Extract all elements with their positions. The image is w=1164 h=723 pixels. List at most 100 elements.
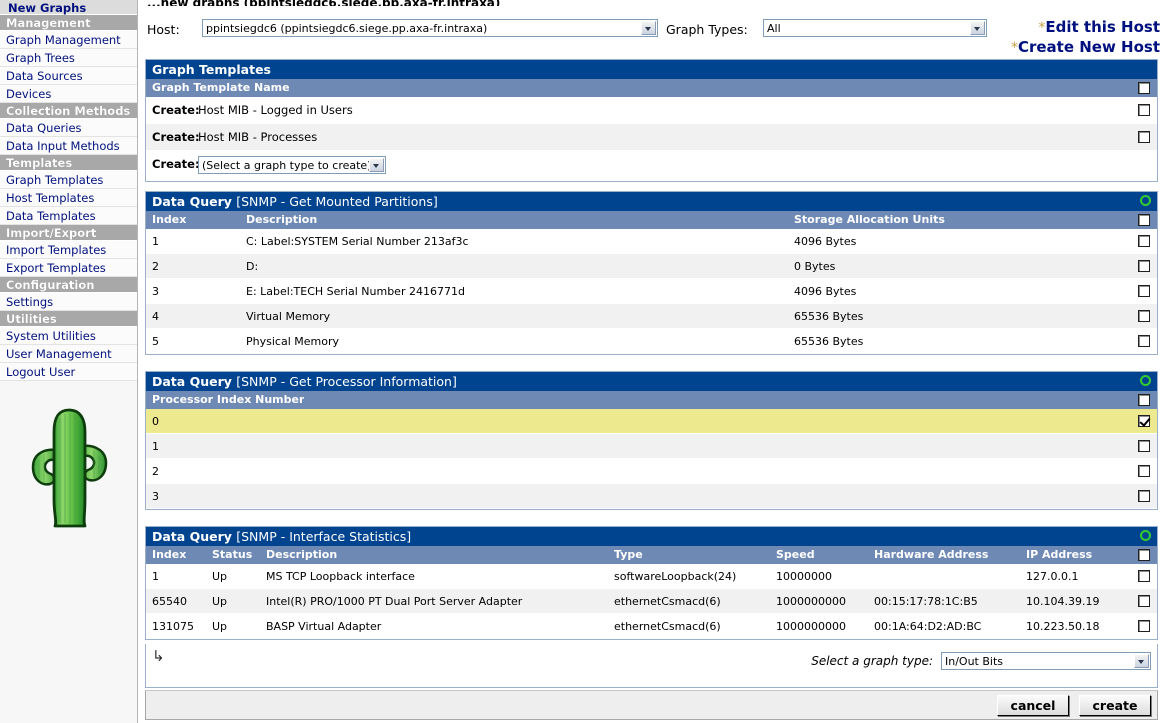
table-row[interactable]: 1 bbox=[146, 434, 1157, 459]
create-graph-type-value: (Select a graph type to create) bbox=[202, 159, 372, 172]
table-row[interactable]: 3 bbox=[146, 484, 1157, 509]
sidebar-item-data-queries[interactable]: Data Queries bbox=[0, 119, 137, 137]
refresh-circle-icon[interactable] bbox=[1140, 530, 1151, 541]
data-query-title-label: Data Query bbox=[152, 374, 232, 389]
row-checkbox[interactable] bbox=[1138, 235, 1150, 247]
graph-types-select[interactable]: All bbox=[763, 19, 987, 37]
sidebar-item-data-input-methods[interactable]: Data Input Methods bbox=[0, 137, 137, 155]
create-label: Create: bbox=[152, 157, 200, 171]
row-checkbox[interactable] bbox=[1138, 440, 1150, 452]
table-row[interactable]: 1 Up MS TCP Loopback interface softwareLoop… bbox=[146, 564, 1157, 589]
sidebar-section-templates: Templates bbox=[0, 155, 137, 171]
data-query-title-label: Data Query bbox=[152, 194, 232, 209]
table-row[interactable]: 2 bbox=[146, 459, 1157, 484]
column-header: Hardware Address bbox=[874, 548, 989, 561]
table-row[interactable]: 3 E: Label:TECH Serial Number 2416771d 409… bbox=[146, 279, 1157, 304]
select-all-checkbox[interactable] bbox=[1138, 549, 1150, 561]
cell-type: ethernetCsmacd(6) bbox=[614, 595, 721, 608]
sidebar-item-devices[interactable]: Devices bbox=[0, 85, 137, 103]
chevron-down-icon[interactable] bbox=[1134, 654, 1149, 668]
branch-arrow-icon: ↳ bbox=[152, 647, 165, 665]
create-label: Create: bbox=[152, 103, 200, 117]
table-row[interactable]: 2 D: 0 Bytes bbox=[146, 254, 1157, 279]
cacti-logo bbox=[0, 404, 138, 537]
refresh-circle-icon[interactable] bbox=[1140, 375, 1151, 386]
refresh-circle-icon[interactable] bbox=[1140, 195, 1151, 206]
cell-storage: 4096 Bytes bbox=[794, 285, 857, 298]
table-row[interactable]: 4 Virtual Memory 65536 Bytes bbox=[146, 304, 1157, 329]
row-checkbox[interactable] bbox=[1138, 465, 1150, 477]
sidebar-item-user-management[interactable]: User Management bbox=[0, 345, 137, 363]
edit-this-host-link[interactable]: Edit this Host bbox=[1045, 18, 1160, 36]
row-checkbox[interactable] bbox=[1138, 285, 1150, 297]
row-checkbox[interactable] bbox=[1138, 131, 1150, 143]
cell-description: C: Label:SYSTEM Serial Number 213af3c bbox=[246, 235, 469, 248]
cell-storage: 0 Bytes bbox=[794, 260, 836, 273]
sidebar-item-settings[interactable]: Settings bbox=[0, 293, 137, 311]
create-graph-type-select[interactable]: (Select a graph type to create) bbox=[198, 156, 386, 174]
column-header: Index bbox=[152, 548, 187, 561]
create-button[interactable]: create bbox=[1079, 695, 1151, 716]
sidebar-item-graph-templates[interactable]: Graph Templates bbox=[0, 171, 137, 189]
sidebar-item-host-templates[interactable]: Host Templates bbox=[0, 189, 137, 207]
chevron-down-icon[interactable] bbox=[369, 158, 384, 172]
cell-status: Up bbox=[212, 570, 228, 583]
row-checkbox[interactable] bbox=[1138, 335, 1150, 347]
cell-hardware-address: 00:15:17:78:1C:B5 bbox=[874, 595, 978, 608]
cell-storage: 4096 Bytes bbox=[794, 235, 857, 248]
sidebar-item-graph-trees[interactable]: Graph Trees bbox=[0, 49, 137, 67]
data-query-title-source: [SNMP - Get Processor Information] bbox=[236, 374, 457, 389]
cacti-new-graphs-page: New Graphs Management Graph Management Grap… bbox=[0, 0, 1164, 723]
table-row[interactable]: 0 bbox=[146, 409, 1157, 434]
chevron-down-icon[interactable] bbox=[970, 21, 985, 35]
row-checkbox[interactable] bbox=[1138, 260, 1150, 272]
table-row[interactable]: 65540 Up Intel(R) PRO/1000 PT Dual Port Se… bbox=[146, 589, 1157, 614]
row-checkbox[interactable] bbox=[1138, 490, 1150, 502]
graph-type-select-value: In/Out Bits bbox=[945, 655, 1004, 668]
chevron-down-icon[interactable] bbox=[641, 21, 656, 35]
graph-templates-create-row: Create: (Select a graph type to create) bbox=[146, 151, 1157, 181]
select-all-checkbox[interactable] bbox=[1138, 394, 1150, 406]
sidebar-item-export-templates[interactable]: Export Templates bbox=[0, 259, 137, 277]
table-row[interactable]: 131075 Up BASP Virtual Adapter ethernetCsma… bbox=[146, 614, 1157, 639]
select-all-checkbox[interactable] bbox=[1138, 214, 1150, 226]
sidebar-section-configuration: Configuration bbox=[0, 277, 137, 293]
sidebar-item-new-graphs[interactable]: New Graphs bbox=[0, 0, 137, 15]
row-checkbox[interactable] bbox=[1138, 104, 1150, 116]
select-all-checkbox[interactable] bbox=[1138, 82, 1150, 94]
host-select[interactable]: ppintsiegdc6 (ppintsiegdc6.siege.pp.axa-… bbox=[202, 19, 658, 37]
table-row[interactable]: Create: Host MIB - Processes bbox=[146, 124, 1157, 151]
row-checkbox[interactable] bbox=[1138, 415, 1150, 427]
row-checkbox[interactable] bbox=[1138, 595, 1150, 607]
cell-description: MS TCP Loopback interface bbox=[266, 570, 415, 583]
sidebar-item-data-templates[interactable]: Data Templates bbox=[0, 207, 137, 225]
row-checkbox[interactable] bbox=[1138, 310, 1150, 322]
host-select-value: ppintsiegdc6 (ppintsiegdc6.siege.pp.axa-… bbox=[206, 22, 488, 35]
cell-status: Up bbox=[212, 595, 228, 608]
select-graph-type-label: Select a graph type: bbox=[811, 654, 933, 668]
table-row[interactable]: Create: Host MIB - Logged in Users bbox=[146, 97, 1157, 124]
cell-index: 65540 bbox=[152, 595, 187, 608]
table-row[interactable]: 1 C: Label:SYSTEM Serial Number 213af3c 40… bbox=[146, 229, 1157, 254]
host-label: Host: bbox=[147, 22, 180, 37]
graph-type-select[interactable]: In/Out Bits bbox=[941, 652, 1151, 670]
sidebar-item-data-sources[interactable]: Data Sources bbox=[0, 67, 137, 85]
row-checkbox[interactable] bbox=[1138, 620, 1150, 632]
data-query-panel: Data Query [SNMP - Interface Statistics]… bbox=[145, 526, 1158, 640]
cell-storage: 65536 Bytes bbox=[794, 310, 864, 323]
sidebar-item-system-utilities[interactable]: System Utilities bbox=[0, 327, 137, 345]
create-new-host-link[interactable]: Create New Host bbox=[1018, 38, 1160, 56]
sidebar-item-import-templates[interactable]: Import Templates bbox=[0, 241, 137, 259]
cell-status: Up bbox=[212, 620, 228, 633]
graph-templates-column-header: Graph Template Name bbox=[146, 79, 1157, 97]
cell-hardware-address: 00:1A:64:D2:AD:BC bbox=[874, 620, 982, 633]
cancel-button[interactable]: cancel bbox=[997, 695, 1069, 716]
sidebar-item-graph-management[interactable]: Graph Management bbox=[0, 31, 137, 49]
row-checkbox[interactable] bbox=[1138, 570, 1150, 582]
data-query-panel: Data Query [SNMP - Get Mounted Partition… bbox=[145, 191, 1158, 355]
table-row[interactable]: 5 Physical Memory 65536 Bytes bbox=[146, 329, 1157, 354]
edit-host-row: *Edit this Host bbox=[1011, 18, 1160, 38]
column-header: IP Address bbox=[1026, 548, 1093, 561]
sidebar-item-logout-user[interactable]: Logout User bbox=[0, 363, 137, 381]
column-header: Storage Allocation Units bbox=[794, 213, 945, 226]
